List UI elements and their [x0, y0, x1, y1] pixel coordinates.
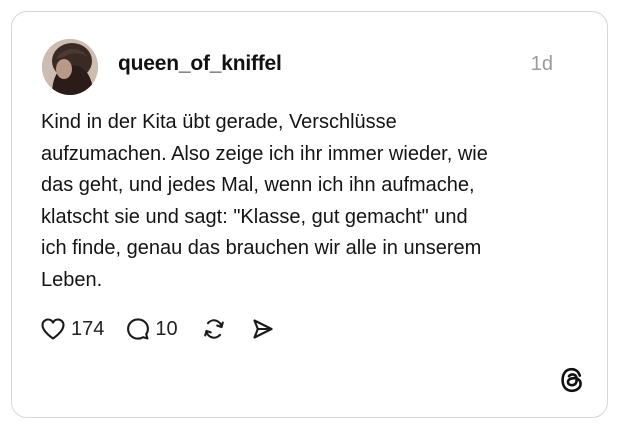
post-timestamp: 1d [530, 53, 553, 75]
repost-button[interactable] [202, 317, 226, 341]
repost-icon [203, 319, 224, 339]
send-icon [253, 319, 273, 339]
username[interactable]: queen_of_kniffel [118, 52, 282, 76]
post-text: Kind in der Kita übt gerade, Verschlüsse… [41, 111, 488, 291]
threads-logo-icon[interactable] [558, 366, 586, 394]
avatar[interactable] [42, 39, 98, 95]
share-button[interactable] [250, 317, 274, 341]
heart-icon [41, 318, 65, 340]
post-card: queen_of_kniffel 1d Kind in der Kita übt… [11, 11, 608, 418]
like-button[interactable]: 174 [40, 317, 104, 341]
reply-count: 10 [155, 317, 178, 340]
avatar-image [42, 39, 98, 95]
speech-bubble-icon [127, 318, 150, 340]
reply-button[interactable]: 10 [126, 317, 178, 341]
like-count: 174 [71, 317, 105, 340]
post-actions: 174 10 [40, 315, 274, 343]
